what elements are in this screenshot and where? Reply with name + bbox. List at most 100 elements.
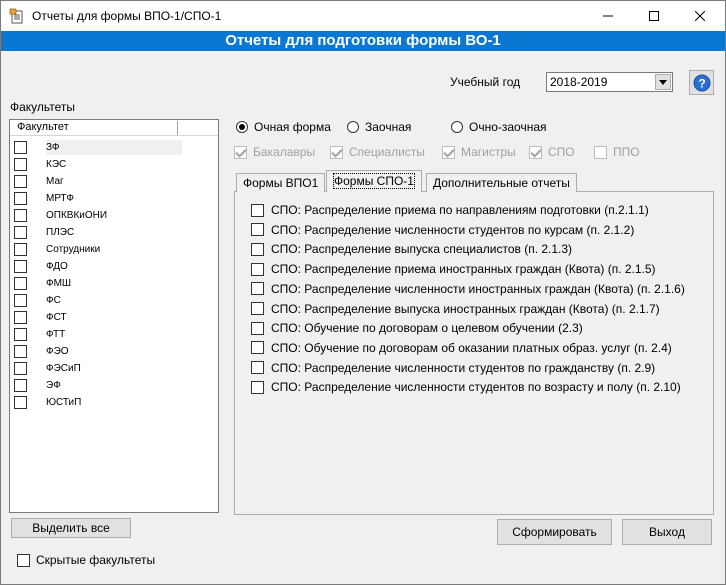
radio-part-time[interactable]: Заочная — [347, 120, 411, 134]
report-item[interactable]: СПО: Распределение численности студентов… — [251, 379, 681, 395]
faculty-row[interactable]: ФТТ — [14, 326, 182, 343]
level-label: Бакалавры — [253, 145, 316, 159]
hidden-faculties-checkbox[interactable] — [17, 553, 30, 567]
faculty-checkbox[interactable] — [14, 226, 27, 239]
report-checkbox[interactable] — [251, 282, 264, 296]
faculty-checkbox[interactable] — [14, 277, 27, 290]
faculty-checkbox[interactable] — [14, 158, 27, 171]
level-spo[interactable]: СПО — [529, 145, 575, 159]
report-checkbox[interactable] — [251, 262, 264, 276]
minimize-button[interactable] — [585, 1, 631, 31]
faculty-name: ФЭО — [46, 346, 69, 357]
faculty-row[interactable]: ФДО — [14, 258, 182, 275]
radio-button[interactable] — [451, 121, 463, 133]
faculty-row[interactable]: ПЛЭС — [14, 224, 182, 241]
svg-text:?: ? — [698, 76, 705, 90]
faculty-row[interactable]: ФС — [14, 292, 182, 309]
report-item[interactable]: СПО: Распределение выпуска иностранных г… — [251, 301, 660, 317]
faculty-name: ПЛЭС — [46, 227, 75, 238]
report-item[interactable]: СПО: Распределение численности иностранн… — [251, 281, 685, 297]
report-checkbox[interactable] — [251, 361, 264, 375]
study-year-select[interactable]: 2018-2019 — [546, 72, 673, 92]
faculty-checkbox[interactable] — [14, 311, 27, 324]
report-item[interactable]: СПО: Распределение численности студентов… — [251, 222, 634, 238]
level-checkbox[interactable] — [594, 145, 607, 159]
level-specialists[interactable]: Специалисты — [330, 145, 425, 159]
faculty-row[interactable]: ОПКВКиОНИ — [14, 207, 182, 224]
level-checkbox[interactable] — [442, 145, 455, 159]
tab-spo1[interactable]: Формы СПО-1 — [326, 170, 422, 192]
level-checkbox[interactable] — [330, 145, 343, 159]
faculty-row[interactable]: МРТФ — [14, 190, 182, 207]
report-checkbox[interactable] — [251, 302, 264, 315]
faculty-checkbox[interactable] — [14, 396, 27, 409]
level-ppo[interactable]: ППО — [594, 145, 640, 159]
faculty-name: ФСТ — [46, 312, 67, 323]
report-checkbox[interactable] — [251, 203, 264, 217]
faculty-row[interactable]: ЮСТиП — [14, 394, 182, 411]
report-item[interactable]: СПО: Распределение выпуска специалистов … — [251, 241, 572, 257]
app-icon — [9, 8, 23, 24]
radio-full-time[interactable]: Очная форма — [236, 120, 331, 134]
radio-mixed[interactable]: Очно-заочная — [451, 120, 547, 134]
column-header-faculty[interactable]: Факультет — [12, 121, 178, 135]
faculty-row[interactable]: КЭС — [14, 156, 182, 173]
faculty-checkbox[interactable] — [14, 209, 27, 222]
generate-button[interactable]: Сформировать — [497, 519, 612, 545]
faculty-checkbox[interactable] — [14, 294, 27, 307]
select-all-button[interactable]: Выделить все — [11, 518, 131, 538]
faculty-checkbox[interactable] — [14, 192, 27, 205]
level-bachelors[interactable]: Бакалавры — [234, 145, 315, 159]
faculties-title: Факультеты — [10, 100, 75, 114]
faculty-checkbox[interactable] — [14, 328, 27, 341]
radio-button[interactable] — [347, 121, 359, 133]
report-label: СПО: Распределение приема иностранных гр… — [271, 262, 656, 277]
faculty-row[interactable]: Сотрудники — [14, 241, 182, 258]
title-bar: Отчеты для формы ВПО-1/СПО-1 — [1, 1, 725, 31]
report-checkbox[interactable] — [251, 223, 264, 237]
faculty-checkbox[interactable] — [14, 345, 27, 358]
tab-vpo1[interactable]: Формы ВПО1 — [236, 173, 326, 192]
report-item[interactable]: СПО: Распределение приема по направления… — [251, 202, 649, 218]
faculties-list-header: Факультет — [10, 120, 218, 136]
report-checkbox[interactable] — [251, 341, 264, 355]
report-item[interactable]: СПО: Распределение приема иностранных гр… — [251, 261, 656, 277]
dropdown-arrow[interactable] — [655, 74, 671, 90]
report-label: СПО: Распределение численности студентов… — [271, 222, 635, 237]
help-button[interactable]: ? — [689, 70, 714, 95]
faculty-checkbox[interactable] — [14, 243, 27, 256]
tab-additional[interactable]: Дополнительные отчеты — [426, 173, 577, 192]
hidden-faculties-option[interactable]: Скрытые факультеты — [17, 553, 155, 567]
faculty-row[interactable]: ФМШ — [14, 275, 182, 292]
faculty-checkbox[interactable] — [14, 141, 27, 154]
report-checkbox[interactable] — [251, 242, 264, 256]
report-checkbox[interactable] — [251, 321, 264, 335]
faculty-row[interactable]: ЗФ — [14, 139, 182, 156]
maximize-button[interactable] — [631, 1, 677, 31]
level-checkbox[interactable] — [234, 145, 247, 159]
radio-button[interactable] — [236, 121, 248, 133]
header-banner: Отчеты для подготовки формы ВО-1 — [1, 31, 725, 51]
faculty-checkbox[interactable] — [14, 379, 27, 392]
faculty-name: ОПКВКиОНИ — [46, 210, 108, 221]
report-item[interactable]: СПО: Обучение по договорам об оказании п… — [251, 340, 672, 356]
report-item[interactable]: СПО: Распределение численности студентов… — [251, 360, 655, 376]
faculty-row[interactable]: ФЭСиП — [14, 360, 182, 377]
faculty-row[interactable]: ЭФ — [14, 377, 182, 394]
exit-button[interactable]: Выход — [622, 519, 712, 545]
faculty-checkbox[interactable] — [14, 260, 27, 273]
level-masters[interactable]: Магистры — [442, 145, 516, 159]
faculties-list[interactable]: Факультет ЗФ КЭС Маг МРТФ ОПКВКиОНИ ПЛЭС Сотру… — [9, 119, 219, 513]
report-item[interactable]: СПО: Обучение по договорам о целевом обу… — [251, 320, 583, 336]
faculty-row[interactable]: Маг — [14, 173, 182, 190]
faculty-row[interactable]: ФСТ — [14, 309, 182, 326]
faculty-checkbox[interactable] — [14, 362, 27, 375]
faculty-row[interactable]: ФЭО — [14, 343, 182, 360]
faculty-checkbox[interactable] — [14, 175, 27, 188]
tab-panel-spo: СПО: Распределение приема по направления… — [234, 191, 714, 515]
maximize-icon — [649, 11, 659, 21]
report-checkbox[interactable] — [251, 380, 264, 394]
close-button[interactable] — [677, 1, 723, 31]
chevron-down-icon — [659, 79, 667, 85]
level-checkbox[interactable] — [529, 145, 542, 159]
